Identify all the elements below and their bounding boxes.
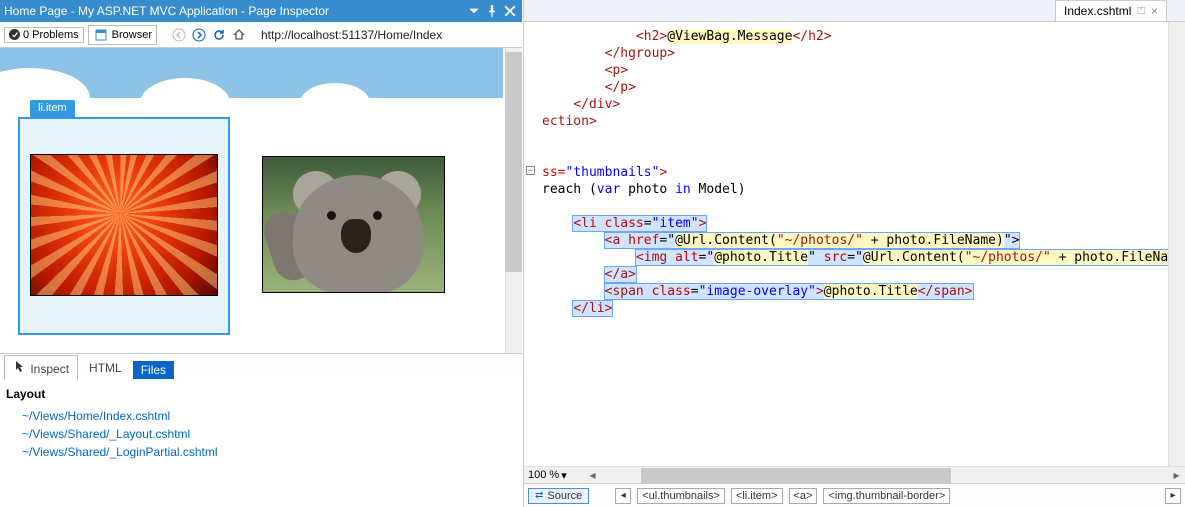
element-tag-badge: li.item xyxy=(30,100,75,117)
close-tab-icon[interactable]: × xyxy=(1151,4,1158,18)
outline-collapse-icon[interactable]: − xyxy=(526,166,535,175)
back-icon[interactable] xyxy=(171,27,187,43)
code-text[interactable]: <h2>@ViewBag.Message</h2> </hgroup> <p> … xyxy=(524,22,1185,317)
breadcrumb-item[interactable]: <img.thumbnail-border> xyxy=(823,488,950,504)
preview-scrollbar-thumb[interactable] xyxy=(505,52,522,272)
preview-scrollbar[interactable] xyxy=(505,48,522,353)
chevron-down-icon: ▾ xyxy=(561,469,567,482)
refresh-icon[interactable] xyxy=(211,27,227,43)
page-header-bg xyxy=(0,48,503,98)
url-text[interactable]: http://localhost:51137/Home/Index xyxy=(261,28,442,42)
layout-file[interactable]: ~/Views/Shared/_LoginPartial.cshtml xyxy=(6,443,516,461)
source-button[interactable]: ⇄ Source xyxy=(528,488,589,504)
arrows-icon: ⇄ xyxy=(535,490,543,501)
document-tabstrip: Index.cshtml ⏍ × xyxy=(524,0,1185,22)
source-label: Source xyxy=(547,490,582,502)
thumbnail-image-2[interactable] xyxy=(262,156,445,293)
breadcrumb-item[interactable]: <a> xyxy=(789,488,818,504)
breadcrumb-next-icon[interactable]: ▸ xyxy=(1165,488,1181,504)
forward-icon[interactable] xyxy=(191,27,207,43)
tab-html[interactable]: HTML xyxy=(80,357,131,379)
breadcrumb-item[interactable]: <li.item> xyxy=(731,488,783,504)
scroll-left-icon[interactable]: ◂ xyxy=(584,467,601,484)
scroll-track[interactable] xyxy=(601,467,1168,484)
close-icon[interactable] xyxy=(502,3,518,19)
window-title: Home Page - My ASP.NET MVC Application -… xyxy=(4,4,464,18)
thumbnail-image-1[interactable] xyxy=(30,154,218,296)
problems-label: 0 Problems xyxy=(23,29,79,41)
browser-label: Browser xyxy=(112,29,152,41)
code-editor-panel: Index.cshtml ⏍ × − <h2>@ViewBag.Message<… xyxy=(523,0,1185,507)
home-icon[interactable] xyxy=(231,27,247,43)
problems-button[interactable]: 0 Problems xyxy=(4,27,84,43)
page-inspector-panel: Home Page - My ASP.NET MVC Application -… xyxy=(0,0,522,507)
breadcrumb-prev-icon[interactable]: ◂ xyxy=(615,488,631,504)
layout-file[interactable]: ~/Views/Shared/_Layout.cshtml xyxy=(6,425,516,443)
zoom-level[interactable]: 100 %▾ xyxy=(524,469,584,482)
document-tab-label: Index.cshtml xyxy=(1064,4,1131,18)
browser-icon xyxy=(93,27,109,43)
titlebar: Home Page - My ASP.NET MVC Application -… xyxy=(0,0,522,22)
editor-vertical-scrollbar[interactable] xyxy=(1168,22,1185,466)
check-icon xyxy=(9,29,20,40)
document-tab[interactable]: Index.cshtml ⏍ × xyxy=(1055,0,1167,21)
tab-inspect[interactable]: Inspect xyxy=(4,355,78,380)
window-dropdown-icon[interactable] xyxy=(466,3,482,19)
browser-button[interactable]: Browser xyxy=(88,25,157,45)
breadcrumb-bar: ⇄ Source ◂ <ul.thumbnails> <li.item> <a>… xyxy=(524,483,1185,507)
tab-inspect-label: Inspect xyxy=(30,362,69,376)
code-area[interactable]: − <h2>@ViewBag.Message</h2> </hgroup> <p… xyxy=(524,22,1185,466)
cursor-icon xyxy=(13,359,27,373)
layout-panel: Layout ~/Views/Home/Index.cshtml ~/Views… xyxy=(0,379,522,469)
tab-files[interactable]: Files xyxy=(133,361,174,379)
breadcrumb-item[interactable]: <ul.thumbnails> xyxy=(637,488,725,504)
scroll-right-icon[interactable]: ▸ xyxy=(1168,467,1185,484)
layout-file[interactable]: ~/Views/Home/Index.cshtml xyxy=(6,407,516,425)
scroll-thumb[interactable] xyxy=(641,468,951,483)
editor-horizontal-scrollbar[interactable]: 100 %▾ ◂ ▸ xyxy=(524,466,1185,483)
layout-heading: Layout xyxy=(6,387,516,401)
inspector-toolbar: 0 Problems Browser http://localhost:5113… xyxy=(0,22,522,48)
inspector-tabstrip: Inspect HTML Files xyxy=(0,353,522,379)
browser-preview: li.item xyxy=(0,48,522,353)
pin-icon[interactable] xyxy=(484,3,500,19)
pin-icon[interactable]: ⏍ xyxy=(1137,6,1145,17)
